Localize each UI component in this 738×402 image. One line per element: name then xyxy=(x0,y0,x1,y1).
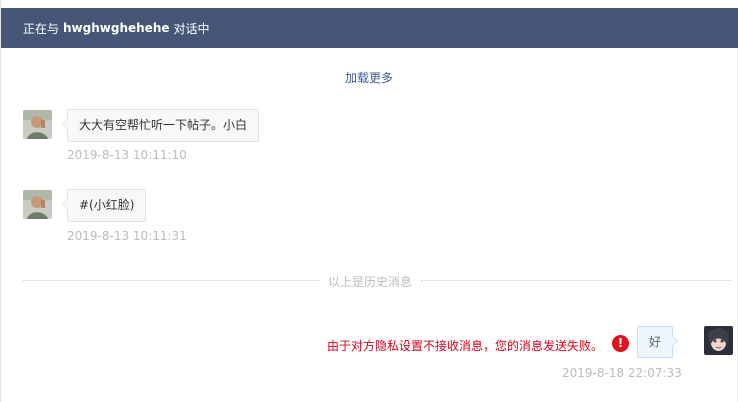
user-avatar-icon xyxy=(23,190,52,219)
sent-message-text: 好 xyxy=(649,335,662,349)
my-avatar[interactable] xyxy=(704,326,733,355)
user-avatar-icon xyxy=(23,110,52,139)
message-text: 大大有空帮忙听一下帖子。小白 xyxy=(79,118,248,132)
sent-message-timestamp: 2019-8-18 22:07:33 xyxy=(562,366,682,380)
message-timestamp: 2019-8-13 10:11:10 xyxy=(67,148,187,162)
divider-line xyxy=(23,280,319,281)
top-strip xyxy=(1,0,738,8)
my-avatar-icon xyxy=(704,326,733,355)
history-divider: 以上是历史消息 xyxy=(23,273,731,289)
history-divider-label: 以上是历史消息 xyxy=(327,275,412,289)
header-prefix: 正在与 xyxy=(23,21,60,36)
divider-line xyxy=(421,280,731,281)
chat-header: 正在与 hwghwghehehe 对话中 xyxy=(1,8,738,48)
chat-partner-name: hwghwghehehe xyxy=(63,21,170,35)
message-timestamp: 2019-8-13 10:11:31 xyxy=(67,229,187,243)
error-icon[interactable]: ! xyxy=(612,335,629,352)
message-bubble: #(小红脸) xyxy=(61,189,147,222)
chat-window: 正在与 hwghwghehehe 对话中 加载更多 大大有空帮忙听一下帖子。小白… xyxy=(0,0,738,402)
load-more-link[interactable]: 加载更多 xyxy=(1,69,737,86)
send-error-message: 由于对方隐私设置不接收消息，您的消息发送失败。 xyxy=(327,339,604,353)
avatar[interactable] xyxy=(23,190,52,219)
sent-message-bubble: 好 xyxy=(637,326,679,358)
message-text: #(小红脸) xyxy=(79,198,135,212)
avatar[interactable] xyxy=(23,110,52,139)
message-bubble: 大大有空帮忙听一下帖子。小白 xyxy=(61,109,260,142)
header-suffix: 对话中 xyxy=(173,21,210,36)
